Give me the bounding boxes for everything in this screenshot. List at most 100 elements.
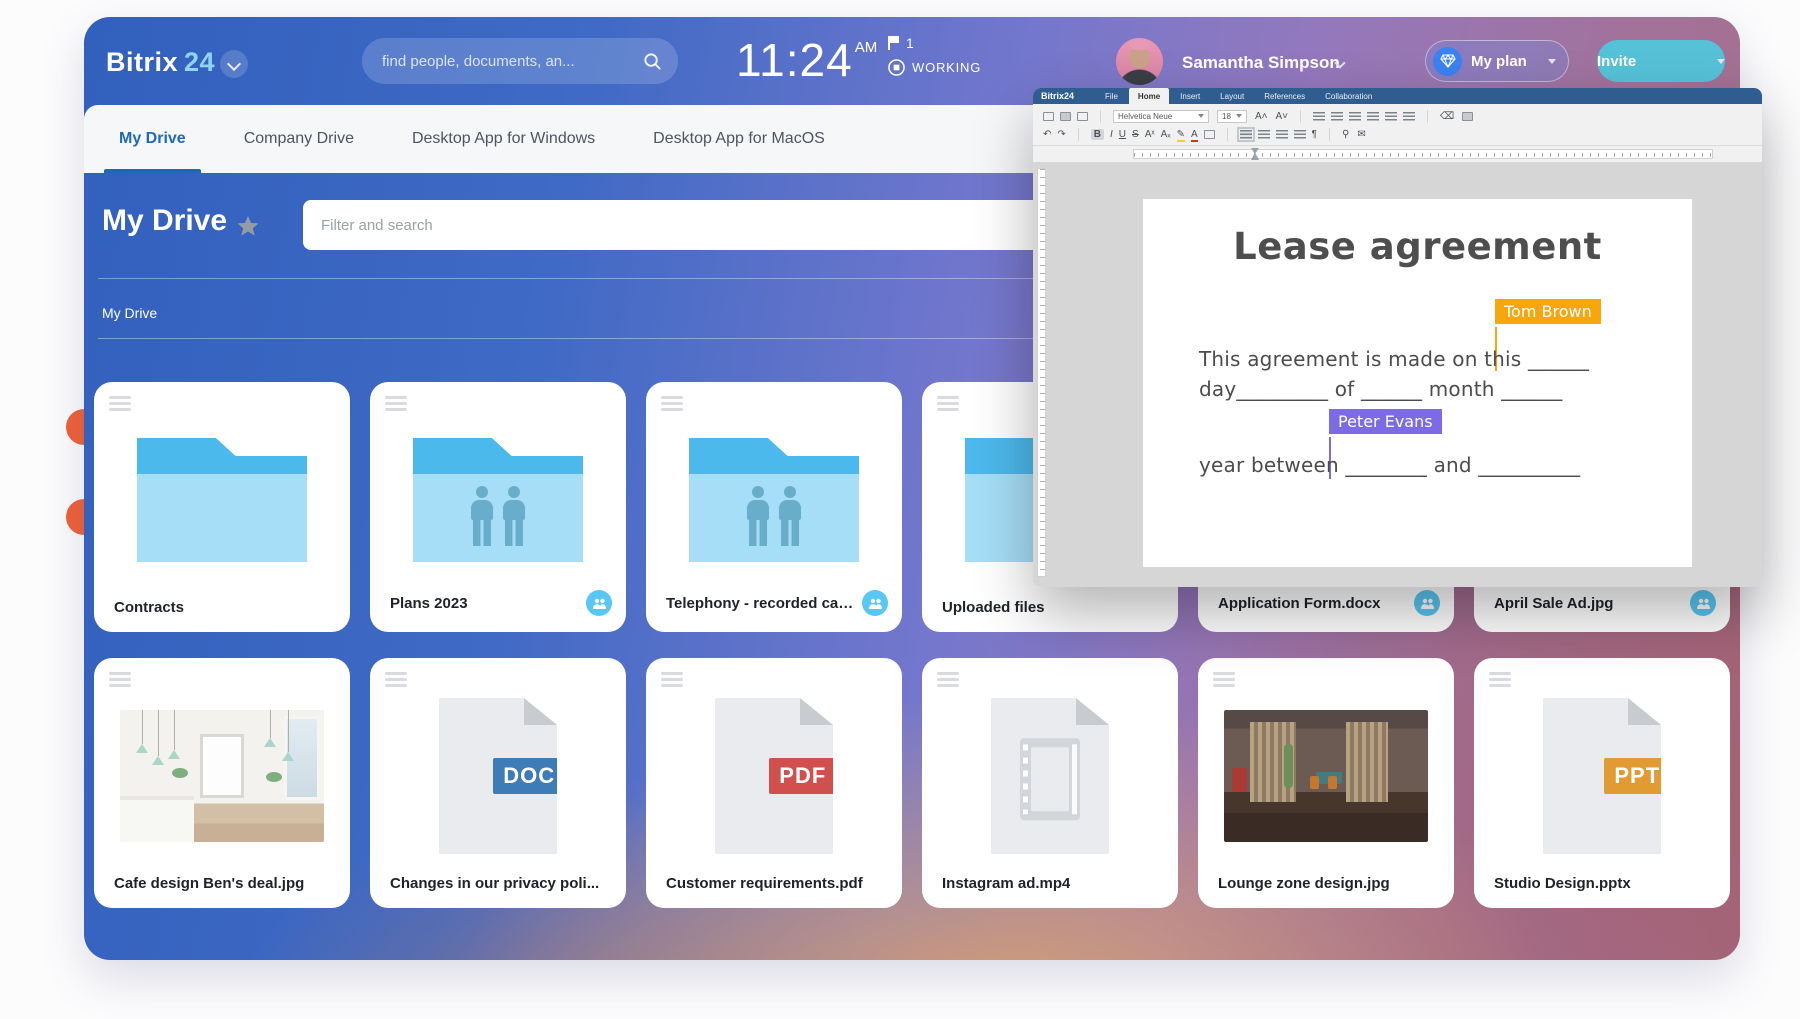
file-card[interactable]: PPT Studio Design.pptx: [1474, 658, 1730, 908]
multilevel-list-icon[interactable]: [1349, 112, 1361, 121]
ppt-file-icon: PPT: [1543, 698, 1661, 854]
file-card[interactable]: Instagram ad.mp4: [922, 658, 1178, 908]
paragraph-marks-icon[interactable]: ¶: [1312, 129, 1317, 140]
undo-icon[interactable]: ↶: [1043, 129, 1051, 140]
card-menu-icon[interactable]: [385, 396, 407, 414]
user-avatar[interactable]: [1116, 38, 1163, 85]
menu-file[interactable]: File: [1096, 88, 1127, 104]
card-menu-icon[interactable]: [937, 672, 959, 690]
document-text-line: day_________ of ______ month ______: [1199, 377, 1562, 401]
work-clock[interactable]: 11:24AM: [736, 33, 877, 87]
file-card[interactable]: DOC Changes in our privacy poli...: [370, 658, 626, 908]
global-search[interactable]: [362, 38, 678, 84]
format-painter-icon[interactable]: ⚲: [1342, 129, 1349, 140]
photo-thumbnail-cafe: [120, 710, 324, 842]
file-name[interactable]: Customer requirements.pdf: [666, 875, 863, 892]
menu-collaboration[interactable]: Collaboration: [1316, 88, 1381, 104]
insert-image-icon[interactable]: [1462, 112, 1473, 121]
document-page[interactable]: Lease agreement Tom Brown This agreement…: [1143, 199, 1692, 567]
clear-format-icon[interactable]: ⌫: [1440, 111, 1454, 122]
card-menu-icon[interactable]: [385, 672, 407, 690]
horizontal-ruler[interactable]: [1133, 149, 1713, 159]
print-icon[interactable]: [1043, 112, 1054, 121]
align-left-icon[interactable]: [1240, 130, 1252, 139]
bold-button[interactable]: B: [1091, 129, 1104, 140]
numbered-list-icon[interactable]: [1331, 112, 1343, 121]
fill-color-icon[interactable]: [1204, 130, 1215, 139]
file-name[interactable]: April Sale Ad.jpg: [1494, 595, 1613, 612]
copy-icon[interactable]: [1060, 112, 1071, 121]
file-card[interactable]: Telephony - recorded calls: [646, 382, 902, 632]
file-card[interactable]: Contracts: [94, 382, 350, 632]
document-text-line: This agreement is made on this ______: [1199, 347, 1589, 371]
font-color-button[interactable]: A: [1191, 129, 1198, 140]
mailing-icon[interactable]: ✉: [1357, 129, 1365, 140]
bitrix-logo[interactable]: Bitrix24: [106, 47, 215, 78]
file-card[interactable]: Cafe design Ben's deal.jpg: [94, 658, 350, 908]
breadcrumb[interactable]: My Drive: [102, 305, 157, 321]
chevron-down-icon: [1717, 59, 1725, 64]
file-name[interactable]: Plans 2023: [390, 595, 468, 612]
card-menu-icon[interactable]: [1489, 672, 1511, 690]
file-card[interactable]: Lounge zone design.jpg: [1198, 658, 1454, 908]
paste-icon[interactable]: [1077, 112, 1088, 121]
align-center-icon[interactable]: [1258, 130, 1270, 139]
bullet-list-icon[interactable]: [1313, 112, 1325, 121]
menu-layout[interactable]: Layout: [1211, 88, 1253, 104]
font-size-select[interactable]: 18: [1217, 110, 1247, 123]
collaborator-label-tom-brown: Tom Brown: [1495, 299, 1601, 324]
file-name[interactable]: Uploaded files: [942, 599, 1045, 616]
align-right-icon[interactable]: [1276, 130, 1288, 139]
decrease-font-icon[interactable]: A˅: [1276, 111, 1289, 122]
file-name[interactable]: Cafe design Ben's deal.jpg: [114, 875, 304, 892]
tab-company-drive[interactable]: Company Drive: [229, 105, 369, 173]
tab-desktop-windows[interactable]: Desktop App for Windows: [397, 105, 610, 173]
tab-desktop-macos[interactable]: Desktop App for MacOS: [638, 105, 840, 173]
stop-record-icon[interactable]: [888, 59, 905, 76]
card-menu-icon[interactable]: [661, 396, 683, 414]
menu-home[interactable]: Home: [1129, 88, 1169, 104]
card-menu-icon[interactable]: [1213, 672, 1235, 690]
flag-icon: [888, 36, 900, 50]
align-justify-icon[interactable]: [1294, 130, 1306, 139]
file-name[interactable]: Lounge zone design.jpg: [1218, 875, 1390, 892]
menu-references[interactable]: References: [1255, 88, 1314, 104]
file-card[interactable]: PDF Customer requirements.pdf: [646, 658, 902, 908]
card-menu-icon[interactable]: [109, 396, 131, 414]
menu-insert[interactable]: Insert: [1171, 88, 1209, 104]
file-name[interactable]: Application Form.docx: [1218, 595, 1381, 612]
flag-count: 1: [906, 35, 914, 51]
file-name[interactable]: Studio Design.pptx: [1494, 875, 1631, 892]
file-name[interactable]: Changes in our privacy poli...: [390, 875, 599, 892]
line-spacing-icon[interactable]: [1403, 112, 1415, 121]
card-menu-icon[interactable]: [661, 672, 683, 690]
user-name[interactable]: Samantha Simpson: [1182, 53, 1340, 73]
increase-indent-icon[interactable]: [1385, 112, 1397, 121]
invite-button[interactable]: Invite: [1597, 40, 1725, 82]
favorite-star-icon[interactable]: [236, 214, 260, 238]
card-menu-icon[interactable]: [109, 672, 131, 690]
global-search-input[interactable]: [382, 53, 643, 70]
superscript-button[interactable]: Aˣ: [1145, 129, 1155, 140]
italic-button[interactable]: I: [1110, 129, 1113, 140]
strikethrough-button[interactable]: S: [1132, 129, 1139, 140]
card-menu-icon[interactable]: [937, 396, 959, 414]
redo-icon[interactable]: ↷: [1057, 129, 1065, 140]
gem-icon: [1433, 47, 1462, 76]
highlight-color-button[interactable]: ✎: [1177, 129, 1185, 140]
my-plan-button[interactable]: My plan: [1425, 40, 1569, 82]
chevron-down-icon[interactable]: [220, 50, 248, 78]
underline-button[interactable]: U: [1119, 129, 1126, 140]
increase-font-icon[interactable]: A˄: [1255, 111, 1268, 122]
file-name[interactable]: Contracts: [114, 599, 184, 616]
file-name[interactable]: Telephony - recorded calls: [666, 595, 854, 612]
subscript-button[interactable]: Aₓ: [1161, 129, 1171, 140]
editor-toolbar: Helvetica Neue 18 A˄ A˅ ⌫: [1033, 104, 1762, 146]
tab-my-drive[interactable]: My Drive: [104, 105, 201, 173]
font-family-select[interactable]: Helvetica Neue: [1113, 110, 1209, 123]
decrease-indent-icon[interactable]: [1367, 112, 1379, 121]
vertical-ruler[interactable]: [1037, 168, 1046, 577]
doc-file-icon: DOC: [439, 698, 557, 854]
file-name[interactable]: Instagram ad.mp4: [942, 875, 1070, 892]
file-card[interactable]: Plans 2023: [370, 382, 626, 632]
